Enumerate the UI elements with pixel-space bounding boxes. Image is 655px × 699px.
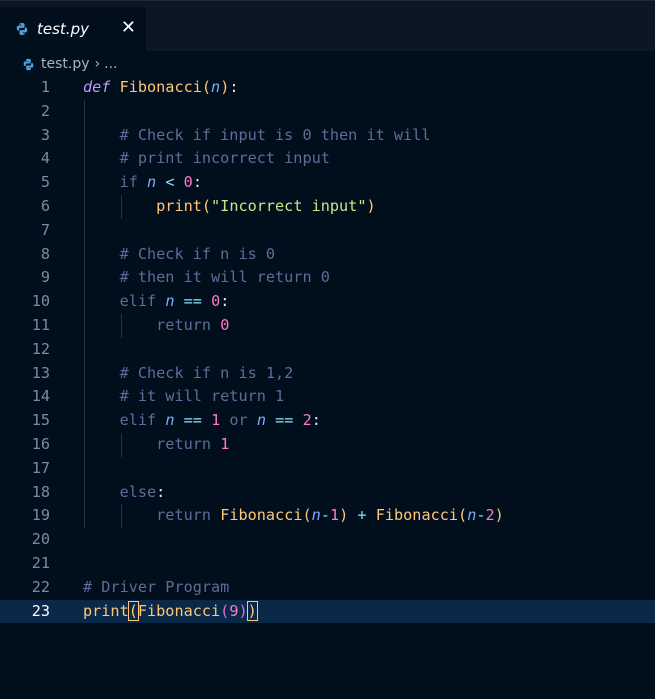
code-line[interactable]: 13 # Check if n is 1,2 — [0, 361, 655, 386]
line-number: 2 — [40, 101, 50, 120]
code-text: def Fibonacci(n): — [83, 78, 239, 96]
code-text: # Check if n is 0 — [119, 244, 276, 263]
code-text: return 1 — [156, 434, 230, 453]
code-line[interactable]: 20 — [0, 528, 655, 552]
code-text: elif n == 0: — [119, 292, 230, 311]
code-line[interactable]: 10 elif n == 0: — [0, 290, 655, 314]
code-line[interactable]: 5 if n < 0: — [0, 171, 655, 195]
line-number: 19 — [31, 506, 50, 525]
code-text: elif n == 1 or n == 2: — [119, 411, 321, 430]
code-text: # print incorrect input — [119, 149, 330, 168]
code-line[interactable]: 19 return Fibonacci(n-1) + Fibonacci(n-2… — [0, 504, 655, 529]
breadcrumb-file[interactable]: test.py — [41, 56, 90, 72]
tab-test-py[interactable]: test.py ✕ — [0, 7, 146, 51]
code-text: return Fibonacci(n-1) + Fibonacci(n-2) — [156, 506, 504, 525]
line-number: 20 — [31, 530, 50, 549]
line-number: 5 — [40, 173, 50, 192]
indent-guide — [84, 218, 85, 243]
line-number: 15 — [31, 411, 50, 430]
code-line[interactable]: 22 # Driver Program — [0, 576, 655, 600]
code-text: # it will return 1 — [119, 387, 285, 406]
indent-guide — [84, 456, 85, 481]
code-text: else: — [119, 482, 166, 501]
line-number: 6 — [40, 196, 50, 215]
code-line[interactable]: 14 # it will return 1 — [0, 385, 655, 410]
line-number: 8 — [40, 244, 50, 263]
breadcrumb: test.py › ... — [22, 53, 117, 75]
code-text: # Check if input is 0 then it will — [119, 125, 431, 144]
line-number: 21 — [31, 553, 50, 572]
line-number: 22 — [31, 577, 50, 596]
code-line[interactable]: 3 # Check if input is 0 then it will — [0, 123, 655, 148]
line-number: 12 — [31, 339, 50, 358]
breadcrumb-ellipsis[interactable]: ... — [104, 56, 117, 72]
line-number: 1 — [40, 78, 50, 96]
code-text: # then it will return 0 — [119, 268, 330, 287]
line-number: 13 — [31, 363, 50, 382]
code-line[interactable]: 4 # print incorrect input — [0, 147, 655, 172]
tab-title: test.py — [37, 20, 89, 38]
code-line[interactable]: 8 # Check if n is 0 — [0, 242, 655, 267]
code-line[interactable]: 16 return 1 — [0, 432, 655, 457]
code-line[interactable]: 23 print(Fibonacci(9)) — [0, 599, 655, 624]
code-line[interactable]: 18 else: — [0, 480, 655, 505]
line-number: 7 — [40, 220, 50, 239]
tab-bar: test.py ✕ — [0, 0, 655, 51]
code-line[interactable]: 15 elif n == 1 or n == 2: — [0, 409, 655, 433]
indent-guide — [84, 337, 85, 362]
code-text: return 0 — [156, 315, 230, 334]
code-text: if n < 0: — [119, 173, 202, 192]
line-number: 11 — [31, 315, 50, 334]
code-editor[interactable]: 1 def Fibonacci(n): 2 3 # Check if input is… — [0, 76, 655, 624]
line-number: 10 — [31, 292, 50, 311]
code-line[interactable]: 11 return 0 — [0, 313, 655, 338]
line-number: 16 — [31, 434, 50, 453]
code-line[interactable]: 9 # then it will return 0 — [0, 266, 655, 291]
code-text: print("Incorrect input") — [156, 196, 376, 215]
code-line[interactable]: 2 — [0, 99, 655, 124]
chevron-right-icon: › — [94, 56, 101, 72]
code-text: # Driver Program — [83, 577, 230, 596]
code-line[interactable]: 6 print("Incorrect input") — [0, 194, 655, 219]
code-text: print(Fibonacci(9)) — [83, 600, 258, 621]
code-line[interactable]: 12 — [0, 337, 655, 362]
code-line[interactable]: 21 — [0, 552, 655, 576]
line-number: 17 — [31, 458, 50, 477]
line-number: 23 — [31, 601, 50, 620]
code-line[interactable]: 7 — [0, 218, 655, 243]
line-number: 3 — [40, 125, 50, 144]
line-number: 18 — [31, 482, 50, 501]
python-icon — [22, 58, 35, 71]
indent-guide — [84, 99, 85, 124]
code-line[interactable]: 17 — [0, 456, 655, 481]
line-number: 4 — [40, 149, 50, 168]
close-icon[interactable]: ✕ — [121, 18, 136, 38]
code-line[interactable]: 1 def Fibonacci(n): — [0, 76, 655, 100]
code-text: # Check if n is 1,2 — [119, 363, 294, 382]
line-number: 9 — [40, 268, 50, 287]
line-number: 14 — [31, 387, 50, 406]
python-icon — [15, 22, 29, 36]
